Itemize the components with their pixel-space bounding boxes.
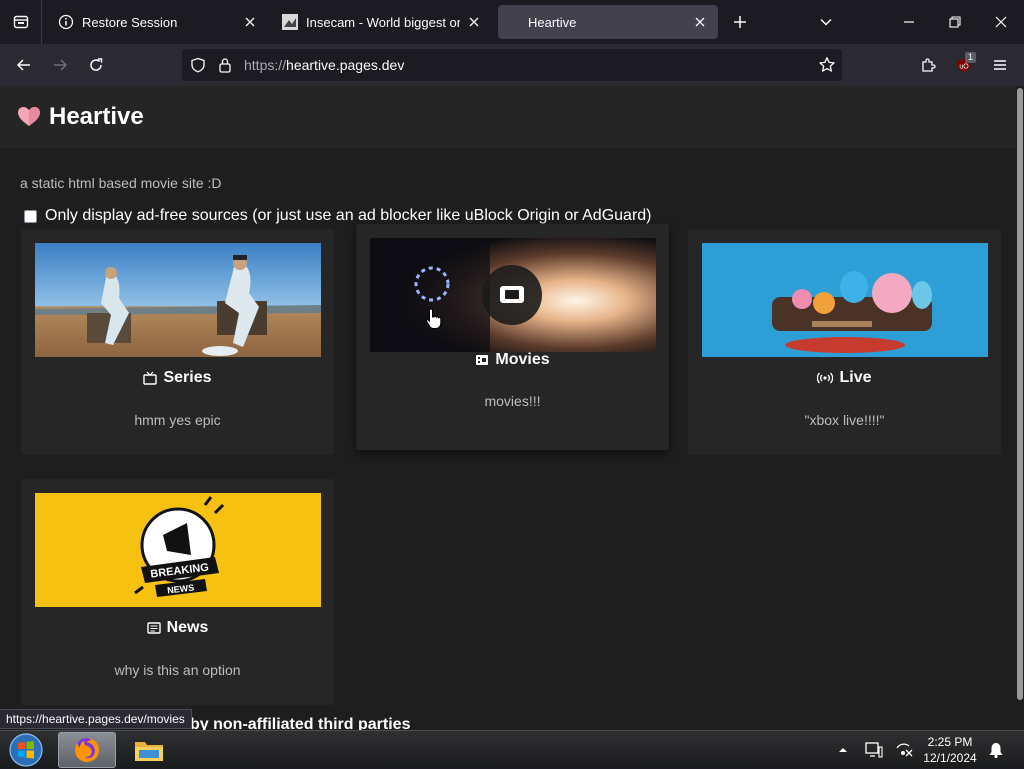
tab-title: Insecam - World biggest online bbox=[306, 14, 460, 30]
broadcast-icon bbox=[817, 372, 834, 384]
show-hidden-icons-button[interactable] bbox=[838, 731, 848, 769]
card-title[interactable]: Live bbox=[688, 369, 1001, 387]
close-window-button[interactable] bbox=[985, 6, 1017, 38]
tab-restore-session[interactable]: Restore Session bbox=[48, 5, 268, 39]
network-disconnected-icon bbox=[896, 743, 913, 757]
close-icon bbox=[995, 16, 1007, 28]
taskbar: 2:25 PM 12/1/2024 bbox=[0, 730, 1024, 768]
newspaper-icon bbox=[146, 621, 161, 635]
series-thumbnail[interactable] bbox=[35, 243, 321, 357]
news-thumbnail[interactable]: BREAKING NEWS bbox=[35, 493, 321, 607]
card-desc: why is this an option bbox=[114, 662, 241, 678]
reload-button[interactable] bbox=[80, 49, 112, 81]
tab-bar: Restore Session Insecam - World biggest … bbox=[0, 0, 1024, 44]
tagline: a static html based movie site :D bbox=[20, 175, 222, 191]
arrow-left-icon bbox=[16, 59, 30, 71]
site-title[interactable]: Heartive bbox=[49, 103, 144, 131]
lock-icon[interactable] bbox=[218, 57, 232, 78]
hand-cursor-icon bbox=[425, 308, 442, 329]
card-desc: hmm yes epic bbox=[134, 412, 221, 428]
url-bar[interactable]: https://heartive.pages.dev bbox=[182, 49, 842, 81]
forward-button[interactable] bbox=[44, 49, 76, 81]
svg-text:uO: uO bbox=[959, 64, 969, 71]
card-desc: movies!!! bbox=[484, 393, 541, 409]
card-title-text: Series bbox=[163, 369, 212, 386]
hamburger-menu-icon bbox=[994, 60, 1006, 70]
card-series[interactable]: Series hmm yes epic bbox=[21, 229, 334, 455]
close-tab-icon[interactable] bbox=[466, 14, 482, 30]
link-status-tooltip: https://heartive.pages.dev/movies bbox=[0, 709, 192, 729]
extension-badge: 1 bbox=[965, 52, 977, 63]
url-protocol: https:// bbox=[244, 57, 287, 73]
card-title[interactable]: Series bbox=[21, 369, 334, 387]
new-tab-button[interactable] bbox=[724, 6, 756, 38]
chevron-down-icon bbox=[820, 18, 832, 26]
taskbar-file-explorer[interactable] bbox=[120, 732, 178, 768]
tab-heartive[interactable]: Heartive bbox=[498, 5, 718, 39]
puzzle-icon bbox=[922, 58, 936, 72]
back-button[interactable] bbox=[8, 49, 40, 81]
firefox-view-icon bbox=[13, 15, 28, 29]
card-title-text: Live bbox=[839, 369, 872, 386]
card-title-text: News bbox=[166, 619, 209, 636]
chevron-up-icon bbox=[839, 748, 847, 752]
clock-time: 2:25 PM bbox=[927, 735, 973, 749]
folder-icon bbox=[135, 742, 163, 761]
tray-notifications[interactable] bbox=[988, 731, 1004, 769]
firefox-view-button[interactable] bbox=[0, 0, 42, 44]
taskbar-firefox[interactable] bbox=[58, 732, 116, 768]
url-host: heartive.pages.dev bbox=[286, 57, 405, 73]
app-menu-button[interactable] bbox=[984, 49, 1016, 81]
bookmark-star-icon[interactable] bbox=[818, 56, 836, 79]
tab-insecam[interactable]: Insecam - World biggest online bbox=[272, 5, 492, 39]
adfree-filter[interactable]: Only display ad-free sources (or just us… bbox=[24, 207, 652, 225]
url-text[interactable]: https://heartive.pages.dev bbox=[244, 57, 404, 73]
close-tab-icon[interactable] bbox=[692, 14, 708, 30]
card-news[interactable]: BREAKING NEWS News why is this an option bbox=[21, 479, 334, 705]
tray-network[interactable] bbox=[894, 731, 914, 769]
restore-button[interactable] bbox=[939, 6, 971, 38]
notification-bell-icon bbox=[989, 743, 1003, 759]
card-title[interactable]: News bbox=[21, 619, 334, 637]
restore-icon bbox=[949, 16, 961, 28]
adfree-checkbox[interactable] bbox=[24, 209, 37, 223]
list-all-tabs-button[interactable] bbox=[810, 6, 842, 38]
tv-icon bbox=[143, 371, 158, 385]
page-scrollbar[interactable] bbox=[1016, 86, 1024, 730]
minimize-icon bbox=[904, 21, 914, 23]
info-icon bbox=[58, 14, 74, 30]
display-device-icon bbox=[865, 742, 883, 758]
minimize-button[interactable] bbox=[893, 6, 925, 38]
reload-icon bbox=[90, 58, 103, 71]
card-movies[interactable]: Movies movies!!! bbox=[356, 224, 669, 450]
tab-title: Heartive bbox=[528, 14, 577, 30]
site-header: Heartive bbox=[0, 86, 1016, 148]
card-title-text: Movies bbox=[495, 351, 550, 368]
plus-icon bbox=[734, 16, 746, 28]
card-desc: "xbox live!!!!" bbox=[804, 412, 885, 428]
film-icon bbox=[475, 353, 489, 367]
card-live[interactable]: Live "xbox live!!!!" bbox=[688, 229, 1001, 455]
heart-logo-icon bbox=[18, 107, 40, 126]
firefox-icon bbox=[75, 738, 99, 762]
scrollbar-thumb[interactable] bbox=[1017, 88, 1023, 700]
footer-disclaimer: by non-affiliated third parties bbox=[190, 716, 411, 730]
extensions-button[interactable] bbox=[912, 49, 944, 81]
clock-date: 12/1/2024 bbox=[923, 751, 977, 765]
windows-logo-icon bbox=[9, 733, 43, 767]
tray-action-center-flag[interactable] bbox=[864, 731, 884, 769]
arrow-right-icon bbox=[54, 59, 68, 71]
taskbar-clock[interactable]: 2:25 PM 12/1/2024 bbox=[918, 734, 982, 766]
movies-thumbnail[interactable] bbox=[370, 238, 656, 352]
start-button[interactable] bbox=[6, 732, 46, 768]
ublock-origin-button[interactable]: uO 1 bbox=[948, 49, 980, 81]
adfree-label[interactable]: Only display ad-free sources (or just us… bbox=[45, 207, 652, 225]
page-viewport: Heartive a static html based movie site … bbox=[0, 86, 1016, 730]
card-title[interactable]: Movies bbox=[356, 351, 669, 369]
tracking-protection-shield-icon[interactable] bbox=[190, 57, 206, 78]
live-thumbnail[interactable] bbox=[702, 243, 988, 357]
page-favicon bbox=[282, 14, 298, 30]
tab-title: Restore Session bbox=[82, 14, 178, 30]
close-tab-icon[interactable] bbox=[242, 14, 258, 30]
